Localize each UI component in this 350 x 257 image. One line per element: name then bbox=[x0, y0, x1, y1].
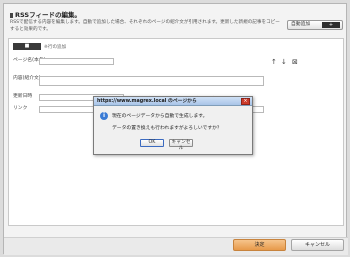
confirm-dialog: https://www.magrex.local のページから × i 現在のペ… bbox=[93, 96, 253, 155]
plus-icon: + bbox=[322, 22, 340, 28]
move-up-icon[interactable]: ↑ bbox=[271, 59, 277, 66]
link-label: リンク bbox=[13, 106, 28, 111]
ok-button[interactable]: 決定 bbox=[233, 239, 286, 251]
dialog-cancel-button[interactable]: キャンセル bbox=[169, 139, 193, 151]
dialog-message-2: データの置き換えも行われますがよろしいですか？ bbox=[112, 126, 222, 131]
move-down-icon[interactable]: ↓ bbox=[281, 59, 287, 66]
info-icon: i bbox=[100, 112, 108, 120]
content-label: 内容(紹介文) bbox=[13, 76, 41, 81]
page-description: RSSで配信する内容を編集します。自動で追加した場合、それぞれのページの紹介文が… bbox=[10, 20, 280, 32]
date-label: 更新日時 bbox=[13, 94, 33, 99]
page-name-input[interactable] bbox=[39, 58, 114, 65]
cancel-button[interactable]: キャンセル bbox=[291, 239, 344, 251]
auto-add-label: 自動追加 bbox=[291, 22, 311, 27]
page-title: RSSフィードの編集。 bbox=[10, 9, 81, 19]
add-row-note: ※行の追加 bbox=[44, 45, 67, 50]
dialog-ok-button[interactable]: OK bbox=[140, 139, 164, 147]
close-icon[interactable]: × bbox=[241, 98, 250, 105]
page-title-text: RSSフィードの編集。 bbox=[15, 11, 81, 19]
add-row-button[interactable]: ■ bbox=[13, 43, 41, 50]
dialog-title: https://www.magrex.local のページから bbox=[94, 97, 252, 106]
dialog-message-1: 現在のページデータから自動で生成します。 bbox=[112, 114, 208, 119]
content-input[interactable] bbox=[39, 76, 264, 86]
auto-add-button[interactable]: 自動追加 + bbox=[287, 20, 343, 30]
delete-row-icon[interactable]: ⊠ bbox=[292, 59, 298, 66]
title-marker-icon bbox=[10, 13, 13, 18]
